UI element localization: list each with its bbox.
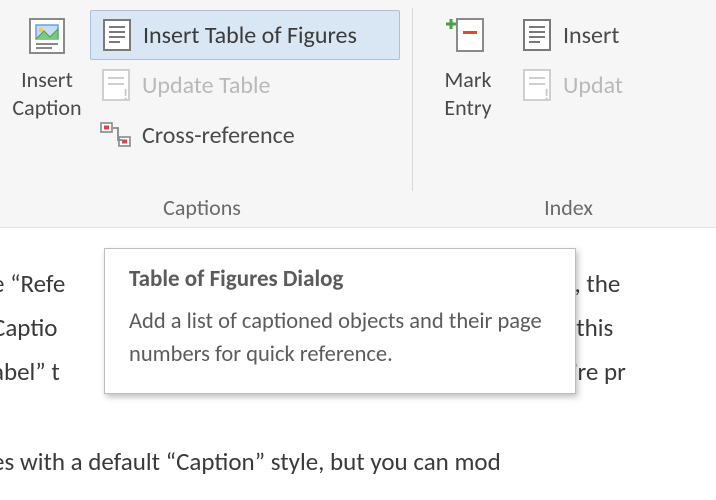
insert-tof-label: Insert Table of Figures: [143, 21, 357, 50]
cross-reference-button[interactable]: Cross-reference: [90, 110, 400, 160]
group-captions: Insert Caption Insert Table of Figur: [0, 0, 404, 227]
mark-entry-button[interactable]: Mark Entry: [425, 4, 511, 192]
svg-text:!: !: [544, 86, 549, 102]
update-table-button[interactable]: ! Update Table: [90, 60, 400, 110]
update-index-button[interactable]: ! Updat: [511, 60, 633, 110]
group-separator: [412, 8, 413, 191]
ribbon: Insert Caption Insert Table of Figur: [0, 0, 716, 228]
group-label-index: Index: [425, 193, 712, 225]
update-index-icon: !: [519, 67, 555, 103]
update-table-label: Update Table: [142, 71, 270, 100]
screentip: Table of Figures Dialog Add a list of ca…: [104, 248, 576, 394]
document-list-icon: [99, 17, 135, 53]
svg-text:!: !: [123, 86, 128, 102]
cross-reference-icon: [98, 117, 134, 153]
insert-index-button[interactable]: Insert: [511, 10, 633, 60]
mark-entry-label: Mark Entry: [444, 66, 491, 122]
captions-stack: Insert Table of Figures ! Update Table: [90, 4, 400, 160]
update-table-icon: !: [98, 67, 134, 103]
insert-caption-icon: [26, 10, 68, 62]
group-index: Mark Entry Insert: [421, 0, 716, 227]
screentip-title: Table of Figures Dialog: [129, 265, 555, 293]
document-body-text-2: es with a default “Caption” style, but y…: [0, 440, 501, 484]
insert-caption-button[interactable]: Insert Caption: [4, 4, 90, 192]
update-index-label: Updat: [563, 71, 623, 100]
document-list-icon: [519, 17, 555, 53]
insert-table-of-figures-button[interactable]: Insert Table of Figures: [90, 10, 400, 60]
cross-reference-label: Cross-reference: [142, 121, 295, 150]
insert-caption-label: Insert Caption: [12, 66, 81, 122]
group-label-captions: Captions: [4, 193, 400, 225]
index-stack: Insert ! Updat: [511, 4, 633, 110]
mark-entry-icon: [445, 10, 491, 62]
insert-index-label: Insert: [563, 21, 619, 50]
screentip-body: Add a list of captioned objects and thei…: [129, 305, 555, 371]
